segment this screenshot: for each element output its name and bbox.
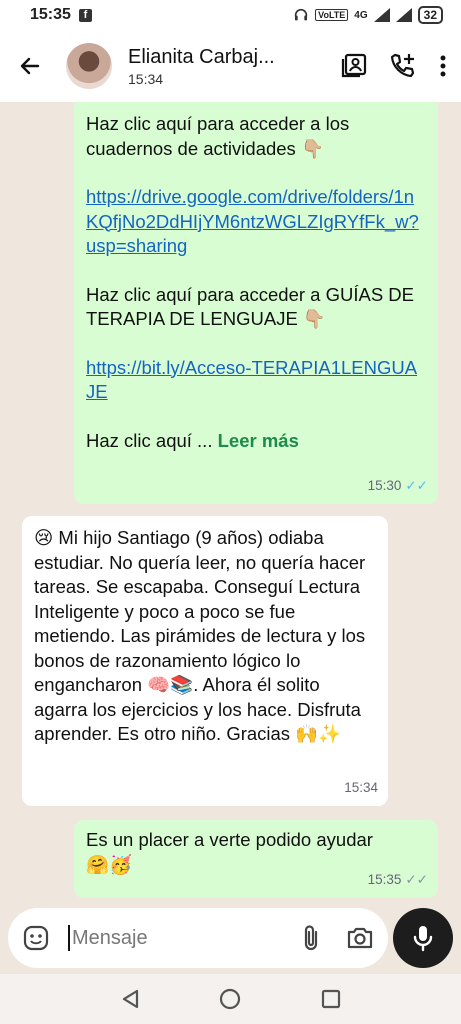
signal-icon: [373, 8, 390, 22]
message-text: Haz clic aquí para acceder a los cuadern…: [86, 113, 350, 159]
message-outgoing[interactable]: Haz clic aquí para acceder a los cuadern…: [74, 102, 438, 504]
truncated-text: Haz clic aquí ...: [86, 429, 213, 451]
read-more-link[interactable]: Leer más: [218, 430, 299, 451]
contact-name: Elianita Carbaj...: [128, 45, 275, 68]
status-indicators: VoLTE 4G 32: [293, 6, 443, 24]
sticker-icon[interactable]: [22, 924, 50, 952]
avatar[interactable]: [66, 43, 112, 89]
delivered-ticks-icon: ✓✓: [405, 871, 428, 887]
message-text: Haz clic aquí para acceder a GUÍAS DE TE…: [86, 283, 415, 330]
message-composer: Mensaje: [8, 908, 388, 968]
network-type: 4G: [354, 9, 368, 21]
message-incoming[interactable]: 😢 Mi hijo Santiago (9 años) odiaba estud…: [22, 516, 388, 806]
header-actions: [341, 52, 461, 80]
message-input[interactable]: Mensaje: [68, 925, 302, 951]
message-text: 😢 Mi hijo Santiago (9 años) odiaba estud…: [34, 527, 366, 744]
volte-badge: VoLTE: [315, 9, 349, 21]
message-time: 15:35: [367, 871, 402, 887]
back-button[interactable]: [0, 30, 60, 102]
battery-indicator: 32: [417, 6, 443, 24]
message-time: 15:34: [344, 779, 378, 795]
message-outgoing[interactable]: Es un placer a verte podido ayudar 🤗🥳 15…: [74, 820, 438, 898]
message-link[interactable]: https://drive.google.com/drive/folders/1…: [86, 185, 426, 259]
chat-header: Elianita Carbaj... 15:34: [0, 30, 461, 102]
facebook-notification-icon: f: [78, 8, 92, 22]
message-meta: 15:35 ✓✓: [368, 868, 428, 893]
add-call-icon[interactable]: [389, 52, 417, 80]
signal-2-icon: [395, 8, 412, 22]
last-seen: 15:34: [128, 70, 164, 87]
contact-card-icon[interactable]: [341, 53, 367, 79]
triangle-back-icon[interactable]: [119, 988, 141, 1010]
system-nav-bar: [0, 974, 461, 1024]
paperclip-icon[interactable]: [302, 924, 322, 952]
mic-button[interactable]: [393, 908, 453, 968]
circle-home-icon[interactable]: [218, 987, 242, 1011]
composer-actions: [302, 924, 374, 952]
chat-area[interactable]: Haz clic aquí para acceder a los cuadern…: [0, 102, 461, 902]
read-ticks-icon: ✓✓: [405, 477, 428, 493]
square-recents-icon[interactable]: [320, 988, 342, 1010]
status-bar: 15:35 f VoLTE 4G 32: [0, 0, 461, 30]
message-link[interactable]: https://bit.ly/Acceso-TERAPIA1LENGUAJE: [86, 356, 426, 405]
contact-info[interactable]: Elianita Carbaj... 15:34: [128, 46, 293, 87]
camera-icon[interactable]: [346, 925, 374, 951]
more-vert-icon[interactable]: [439, 54, 447, 78]
mic-icon: [413, 926, 433, 952]
message-time: 15:30: [367, 477, 402, 493]
message-meta: 15:30 ✓✓: [368, 474, 428, 499]
message-meta: 15:34: [344, 776, 378, 801]
status-time: 15:35: [30, 6, 71, 23]
message-text: Es un placer a verte podido ayudar 🤗🥳: [86, 829, 373, 875]
headphones-icon: [294, 8, 308, 21]
message-truncated: Haz clic aquí ... Leer más: [86, 429, 426, 454]
arrow-left-icon: [20, 57, 40, 75]
